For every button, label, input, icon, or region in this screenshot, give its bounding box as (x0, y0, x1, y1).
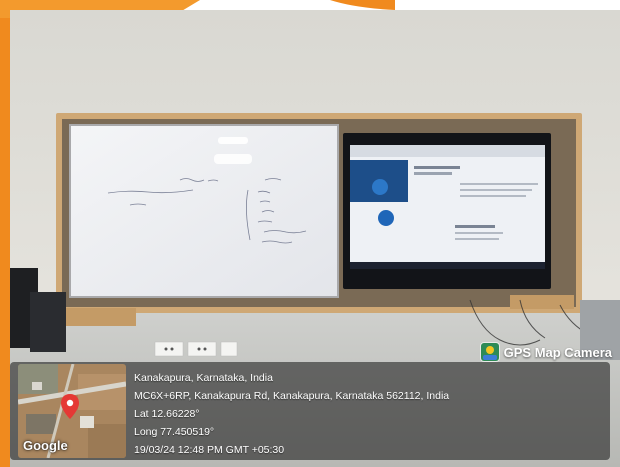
latitude: Lat 12.66228° (134, 408, 200, 420)
gps-app-name: GPS Map Camera (503, 344, 612, 360)
location-title: Kanakapura, Karnataka, India (134, 372, 273, 384)
power-sockets (154, 341, 238, 357)
shelf-right (510, 295, 574, 309)
light-reflection (218, 137, 248, 144)
gps-map-camera-logo-icon (480, 343, 499, 361)
timestamp: 19/03/24 12:48 PM GMT +05:30 (134, 444, 285, 456)
full-address: MC6X+6RP, Kanakapura Rd, Kanakapura, Kar… (134, 390, 450, 402)
whiteboard (69, 124, 339, 298)
longitude: Long 77.450519° (134, 426, 215, 438)
gps-map-camera-header: GPS Map Camera (480, 342, 612, 362)
shelf-left (66, 308, 136, 326)
google-logo: Google (23, 438, 68, 453)
geotag-details: Kanakapura, Karnataka, India MC6X+6RP, K… (134, 369, 449, 459)
